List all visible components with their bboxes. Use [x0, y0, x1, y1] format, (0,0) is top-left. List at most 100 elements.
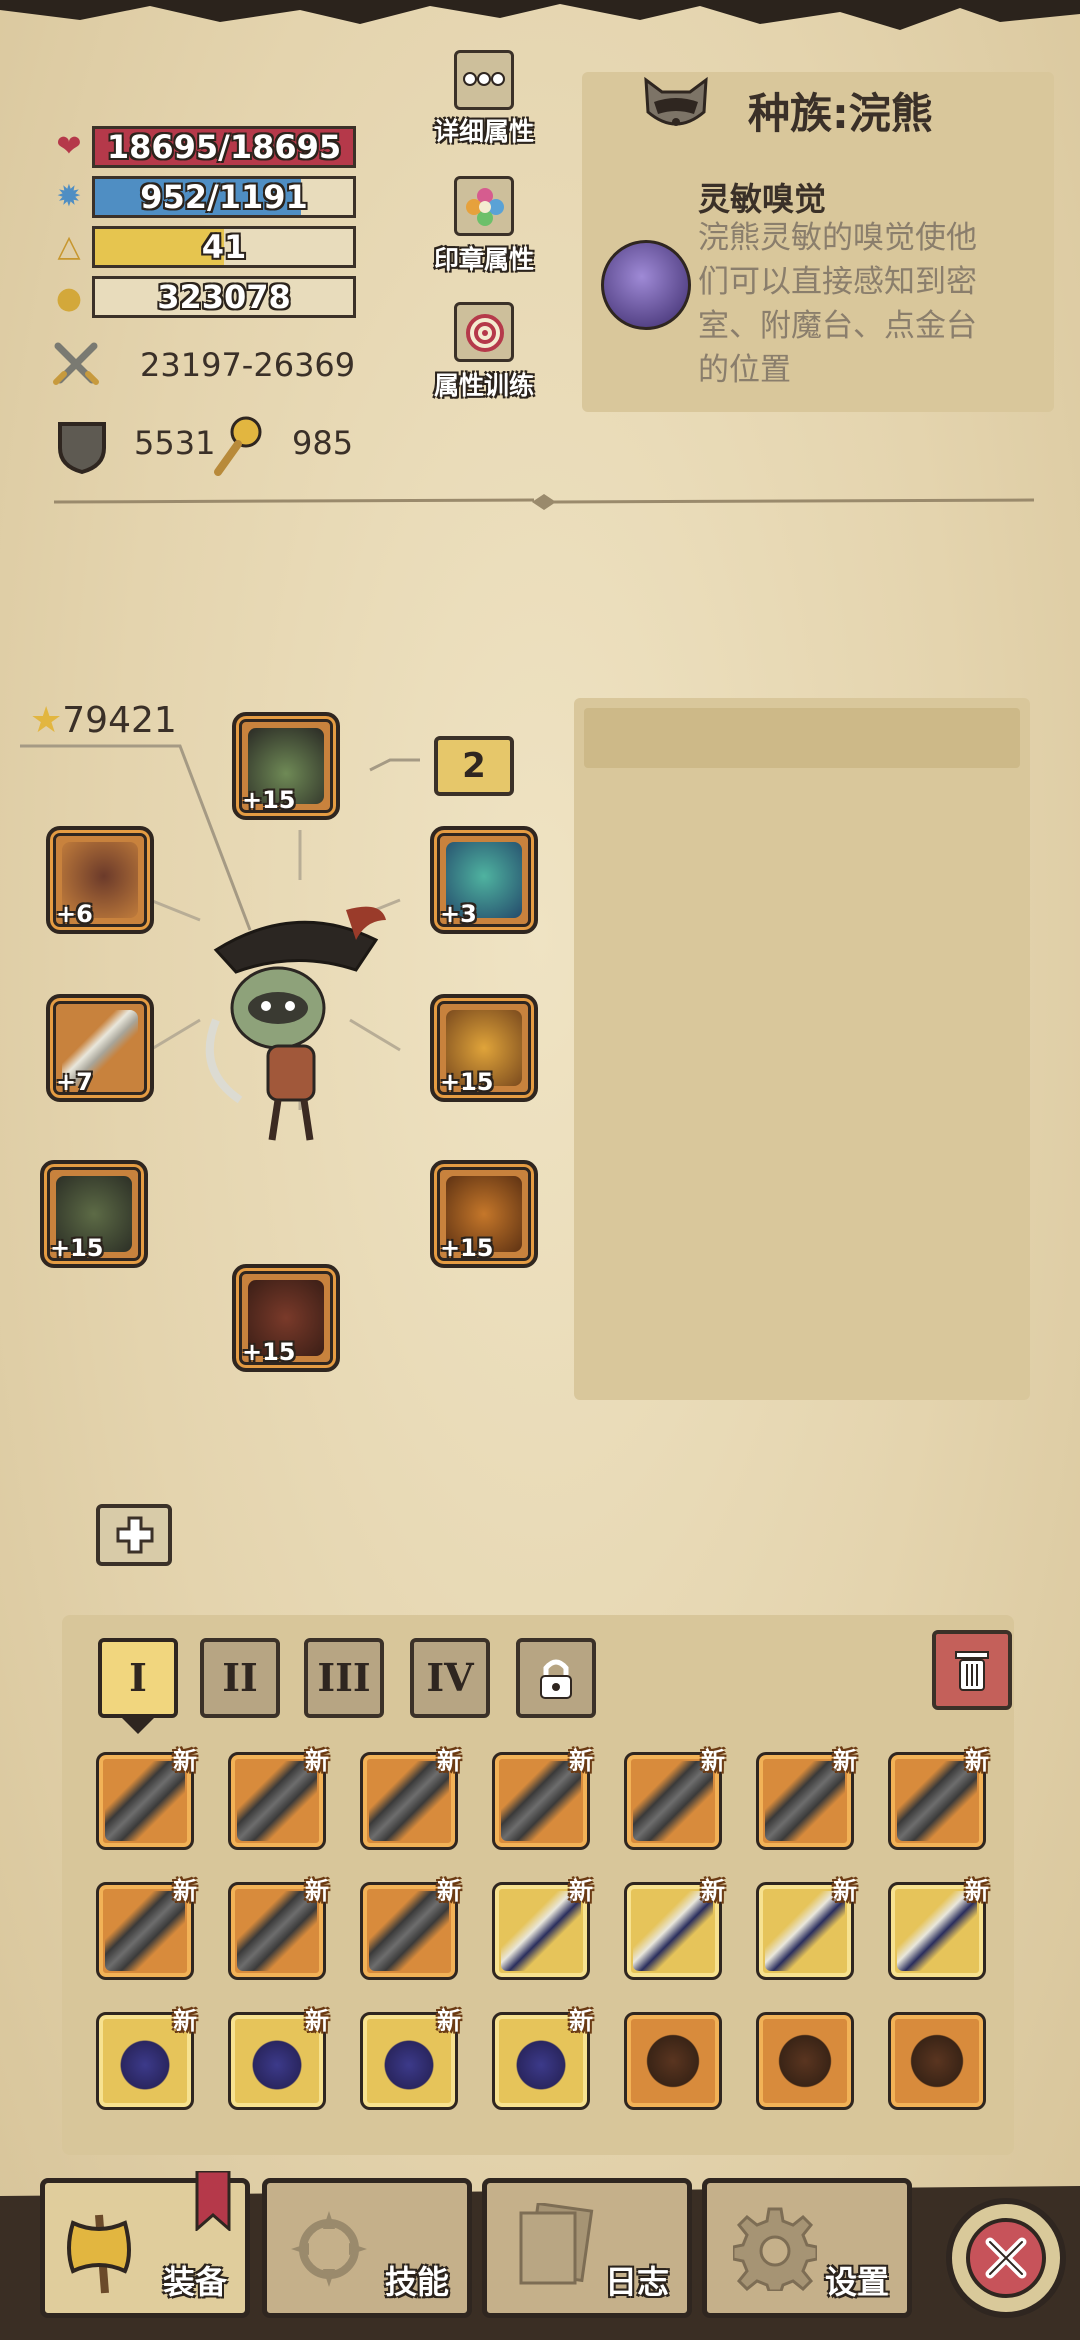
inventory-item[interactable]: 新 — [624, 1747, 725, 1850]
inventory-item[interactable]: 新 — [360, 2007, 461, 2110]
torn-edge-decoration — [0, 0, 1080, 30]
bookmark-ribbon-icon — [195, 2171, 231, 2231]
section-divider — [54, 494, 1034, 510]
nav-equip-button[interactable]: 装备 — [40, 2171, 250, 2318]
inventory-item[interactable]: 新 — [888, 1877, 989, 1980]
crossed-swords-icon — [53, 342, 99, 385]
skill-description: 浣熊灵敏的嗅觉使他 们可以直接感知到密 室、附魔台、点金台 的位置 — [698, 216, 977, 392]
attack-value: 23197-26369 — [140, 346, 356, 384]
lock-icon — [540, 1659, 572, 1699]
equip-slot-hat[interactable]: +15 — [232, 712, 340, 820]
expand-slots-button[interactable] — [96, 1504, 172, 1566]
enhance-level: +15 — [440, 1234, 494, 1262]
nav-skills-button[interactable]: 技能 — [262, 2178, 472, 2318]
new-item-badge: 新 — [569, 1747, 593, 1775]
equip-slot-whip[interactable]: +6 — [46, 826, 154, 934]
inventory-item[interactable]: 新 — [96, 2007, 197, 2110]
skill-description-line: 的位置 — [698, 352, 791, 388]
nav-log-label: 日志 — [604, 2263, 669, 2301]
nav-skills-label: 技能 — [384, 2263, 449, 2301]
gear-icon — [733, 2207, 817, 2291]
defense-value: 5531 — [134, 424, 216, 462]
inventory-item[interactable]: 新 — [228, 2007, 329, 2110]
new-item-badge: 新 — [173, 2007, 197, 2035]
enhance-level: +6 — [56, 900, 93, 928]
equip-slot-belt[interactable]: +15 — [430, 1160, 538, 1268]
equip-slot-sword[interactable]: +7 — [46, 994, 154, 1102]
pirate-raccoon-character — [205, 906, 386, 1141]
inventory-item[interactable]: 新 — [756, 1747, 857, 1850]
equip-slot-gauntlet[interactable]: +15 — [40, 1160, 148, 1268]
inventory-tab-locked[interactable] — [516, 1638, 596, 1718]
item-detail-panel — [574, 698, 1030, 1400]
inventory-item[interactable]: 新 — [756, 1877, 857, 1980]
inventory-tab-2[interactable]: II — [200, 1638, 280, 1718]
new-item-badge: 新 — [833, 1747, 857, 1775]
detail-attributes-label: 详细属性 — [433, 117, 534, 146]
inventory-item[interactable] — [888, 2012, 986, 2110]
skill-description-line: 们可以直接感知到密 — [698, 264, 977, 300]
inventory-tab-3[interactable]: III — [304, 1638, 384, 1718]
inventory-item[interactable]: 新 — [228, 1877, 329, 1980]
new-item-badge: 新 — [437, 1877, 461, 1905]
close-button-face — [966, 2218, 1046, 2298]
active-tab-arrow — [122, 1718, 154, 1734]
nav-log-button[interactable]: 日志 — [482, 2178, 692, 2318]
new-item-badge: 新 — [305, 2007, 329, 2035]
gold-bar: 323078 — [92, 276, 356, 318]
inventory-item[interactable]: 新 — [228, 1747, 329, 1850]
level-triangle-icon: △ — [57, 229, 81, 264]
new-item-badge: 新 — [965, 1747, 989, 1775]
chest-icon — [633, 2021, 713, 2101]
seal-attributes-label: 印章属性 — [433, 245, 534, 274]
new-item-badge: 新 — [701, 1877, 725, 1905]
new-item-badge: 新 — [173, 1747, 197, 1775]
hp-bar: 18695/18695 — [92, 126, 356, 168]
inventory-item[interactable]: 新 — [492, 2007, 593, 2110]
mana-icon: ✹ — [56, 179, 82, 214]
skill-description-line: 浣熊灵敏的嗅觉使他 — [698, 220, 977, 256]
inventory-item[interactable]: 新 — [360, 1877, 461, 1980]
level-bar: 41 — [92, 226, 356, 268]
skill-name: 灵敏嗅觉 — [698, 180, 827, 218]
enhance-level: +7 — [56, 1068, 93, 1096]
nav-equip-label: 装备 — [162, 2263, 227, 2301]
extra-slots-badge[interactable]: 2 — [434, 736, 514, 796]
gold-value: 323078 — [157, 278, 291, 316]
new-item-badge: 新 — [305, 1877, 329, 1905]
chest-icon — [765, 2021, 845, 2101]
new-item-badge: 新 — [437, 1747, 461, 1775]
attribute-training-button[interactable] — [454, 302, 514, 362]
equip-slot-amulet[interactable]: +3 — [430, 826, 538, 934]
more-dots-icon — [463, 72, 505, 86]
trash-icon — [955, 1651, 989, 1691]
nav-settings-button[interactable]: 设置 — [702, 2178, 912, 2318]
equip-slot-armor[interactable]: +15 — [430, 994, 538, 1102]
inventory-item[interactable]: 新 — [624, 1877, 725, 1980]
inventory-item[interactable]: 新 — [492, 1877, 593, 1980]
inventory-item[interactable] — [756, 2012, 854, 2110]
inventory-tab-1[interactable]: I — [98, 1638, 178, 1718]
heart-icon: ❤ — [56, 129, 82, 164]
plus-cross-icon — [116, 1516, 154, 1554]
inventory-item[interactable]: 新 — [888, 1747, 989, 1850]
seal-attributes-button[interactable] — [454, 176, 514, 236]
close-button[interactable] — [946, 2198, 1066, 2318]
new-item-badge: 新 — [701, 1747, 725, 1775]
inventory-item[interactable] — [624, 2012, 722, 2110]
close-icon — [985, 2237, 1027, 2279]
equip-slot-boots[interactable]: +15 — [232, 1264, 340, 1372]
level-value: 41 — [201, 228, 247, 266]
inventory-item[interactable]: 新 — [492, 1747, 593, 1850]
enhance-level: +15 — [50, 1234, 104, 1262]
detail-attributes-button[interactable] — [454, 50, 514, 110]
inventory-item[interactable]: 新 — [96, 1747, 197, 1850]
nav-settings-label: 设置 — [824, 2263, 889, 2301]
inventory-item[interactable]: 新 — [96, 1877, 197, 1980]
inventory-tab-4[interactable]: IV — [410, 1638, 490, 1718]
enhance-level: +15 — [440, 1068, 494, 1096]
delete-button[interactable] — [932, 1630, 1012, 1710]
inventory-item[interactable]: 新 — [360, 1747, 461, 1850]
new-item-badge: 新 — [305, 1747, 329, 1775]
skill-compass-icon — [291, 2211, 367, 2287]
